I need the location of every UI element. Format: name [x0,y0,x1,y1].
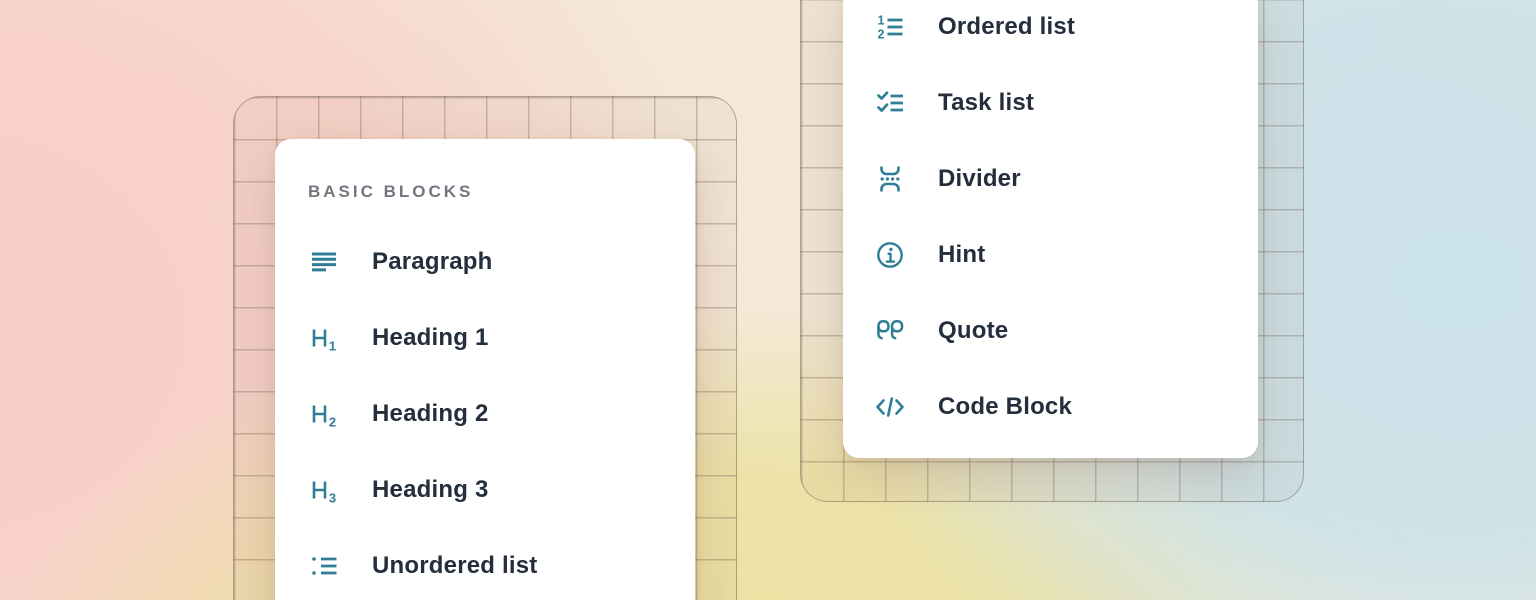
menu-item-label: Hint [938,241,985,269]
menu-item-heading-3[interactable]: 3 Heading 3 [275,452,695,528]
section-label: BASIC BLOCKS [308,183,695,200]
menu-item-label: Heading 2 [372,400,489,428]
heading-1-icon: 1 [308,322,340,354]
menu-item-label: Ordered list [938,13,1075,41]
menu-item-quote[interactable]: Quote [843,293,1258,369]
menu-item-code-block[interactable]: Code Block [843,369,1258,445]
menu-item-label: Unordered list [372,552,538,580]
hint-icon [874,239,906,271]
quote-icon [874,315,906,347]
menu-item-hint[interactable]: Hint [843,217,1258,293]
ordered-list-icon: 1 2 [874,11,906,43]
heading-2-icon: 2 [308,398,340,430]
menu-item-label: Paragraph [372,248,493,276]
menu-item-divider[interactable]: Divider [843,141,1258,217]
menu-items-list: Paragraph 1 Heading 1 2 [275,224,695,600]
menu-item-label: Task list [938,89,1034,117]
basic-blocks-menu: BASIC BLOCKS Paragraph 1 Heading 1 [275,139,695,600]
menu-items-list: 1 2 Ordered list Task list [843,0,1258,445]
menu-item-label: Heading 1 [372,324,489,352]
menu-item-paragraph[interactable]: Paragraph [275,224,695,300]
task-list-icon [874,87,906,119]
paragraph-icon [308,246,340,278]
svg-text:2: 2 [878,28,885,42]
svg-text:3: 3 [329,491,336,506]
svg-text:1: 1 [878,14,885,28]
unordered-list-icon [308,550,340,582]
code-block-icon [874,391,906,423]
illustration-canvas: BASIC BLOCKS Paragraph 1 Heading 1 [0,0,1536,600]
menu-item-heading-1[interactable]: 1 Heading 1 [275,300,695,376]
heading-3-icon: 3 [308,474,340,506]
menu-item-label: Divider [938,165,1021,193]
menu-item-unordered-list[interactable]: Unordered list [275,528,695,600]
menu-item-label: Quote [938,317,1008,345]
menu-item-task-list[interactable]: Task list [843,65,1258,141]
blocks-menu-continued: 1 2 Ordered list Task list [843,0,1258,458]
menu-item-label: Code Block [938,393,1072,421]
svg-text:1: 1 [329,339,336,354]
divider-icon [874,163,906,195]
menu-item-ordered-list[interactable]: 1 2 Ordered list [843,0,1258,65]
svg-text:2: 2 [329,415,336,430]
menu-item-label: Heading 3 [372,476,489,504]
menu-item-heading-2[interactable]: 2 Heading 2 [275,376,695,452]
